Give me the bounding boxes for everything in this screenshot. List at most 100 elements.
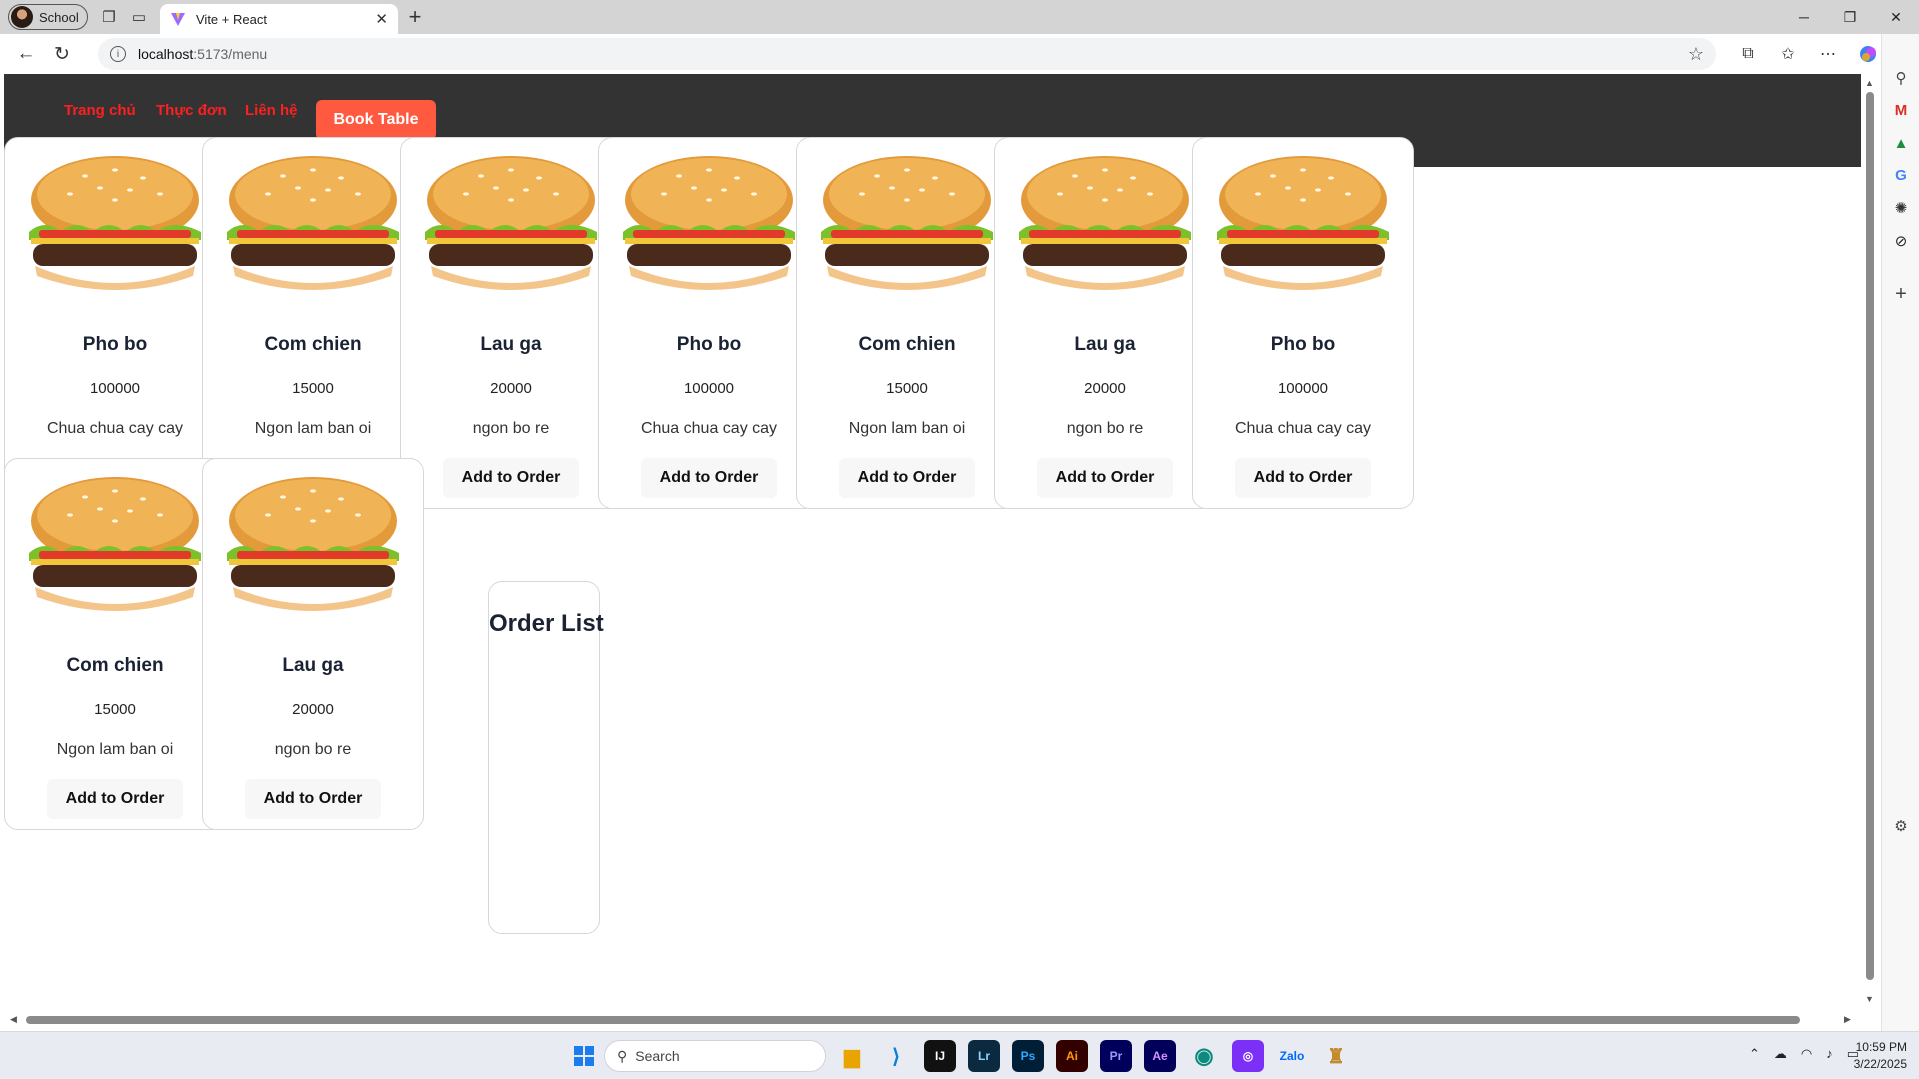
sidebar-settings-gear-icon[interactable]: ⚙ <box>1891 816 1911 836</box>
profile-button[interactable]: School <box>8 4 88 30</box>
search-icon: ⚲ <box>617 1047 628 1064</box>
close-window-icon[interactable]: ✕ <box>1873 0 1919 34</box>
menu-item-name: Lau ga <box>282 655 344 676</box>
menu-item-card: Pho bo 100000 Chua chua cay cay Add to O… <box>598 137 820 509</box>
tab-vite-react[interactable]: Vite + React ✕ <box>160 4 398 34</box>
add-to-order-button[interactable]: Add to Order <box>245 779 381 819</box>
photoshop-icon[interactable]: Ps <box>1012 1040 1044 1072</box>
search-icon[interactable]: ⚲ <box>1891 68 1911 88</box>
menu-item-description: Ngon lam ban oi <box>254 420 372 437</box>
zalo-icon[interactable]: Zalo <box>1276 1040 1308 1072</box>
menu-item-price: 20000 <box>490 380 532 397</box>
wifi-icon[interactable]: ◠ <box>1801 1046 1812 1062</box>
premiere-icon[interactable]: Pr <box>1100 1040 1132 1072</box>
menu-item-name: Pho bo <box>676 334 742 355</box>
horizontal-scrollbar[interactable]: ◀ ▶ <box>0 1011 1861 1031</box>
menu-item-description: ngon bo re <box>274 741 352 758</box>
menu-item-card: Lau ga 20000 ngon bo re Add to Order <box>994 137 1216 509</box>
nav-link-menu[interactable]: Thực đơn <box>156 102 227 119</box>
edge-sidebar: ⚲ M ▲ G ✺ ⊘ + ⚙ <box>1881 34 1919 1031</box>
add-to-order-button[interactable]: Add to Order <box>47 779 183 819</box>
favorites-icon[interactable]: ✩ <box>1770 38 1806 70</box>
burger-image <box>29 156 201 290</box>
burger-image <box>1217 156 1389 290</box>
add-to-order-button[interactable]: Add to Order <box>1235 458 1371 498</box>
menu-item-name: Com chien <box>66 655 164 676</box>
minimize-icon[interactable]: ─ <box>1781 0 1827 34</box>
site-info-icon[interactable]: i <box>110 46 126 62</box>
menu-item-price: 15000 <box>292 380 334 397</box>
google-drive-icon[interactable]: ▲ <box>1891 133 1911 153</box>
horizontal-scroll-thumb[interactable] <box>26 1016 1800 1024</box>
menu-item-card: Com chien 15000 Ngon lam ban oi Add to O… <box>4 458 226 830</box>
app-icon[interactable]: ◎ <box>1232 1040 1264 1072</box>
add-to-order-button[interactable]: Add to Order <box>1037 458 1173 498</box>
vertical-scroll-thumb[interactable] <box>1866 92 1874 980</box>
workspaces-icon[interactable]: ❐ <box>94 2 124 32</box>
burger-image <box>425 156 597 290</box>
page-viewport: Trang chủ Thực đơn Liên hệ Book Table Ph… <box>4 74 1861 1019</box>
gmail-icon[interactable]: M <box>1891 100 1911 120</box>
menu-item-description: ngon bo re <box>1066 420 1144 437</box>
scroll-down-arrow-icon[interactable]: ▼ <box>1865 994 1874 1004</box>
after-effects-icon[interactable]: Ae <box>1144 1040 1176 1072</box>
back-icon[interactable]: ← <box>8 38 44 70</box>
favorite-star-icon[interactable]: ☆ <box>1688 44 1704 65</box>
add-sidebar-app-icon[interactable]: + <box>1891 283 1911 305</box>
menu-item-price: 100000 <box>1277 380 1329 397</box>
volume-icon[interactable]: ♪ <box>1826 1046 1833 1062</box>
menu-item-name: Pho bo <box>82 334 148 355</box>
scroll-right-arrow-icon[interactable]: ▶ <box>1844 1014 1851 1025</box>
menu-item-card: Pho bo 100000 Chua chua cay cay Add to O… <box>1192 137 1414 509</box>
vite-logo-icon <box>171 13 185 26</box>
burger-image <box>227 156 399 290</box>
nav-link-home[interactable]: Trang chủ <box>64 102 136 119</box>
close-tab-icon[interactable]: ✕ <box>375 10 388 28</box>
scroll-left-arrow-icon[interactable]: ◀ <box>10 1014 17 1025</box>
book-table-button[interactable]: Book Table <box>316 100 436 140</box>
add-to-order-button[interactable]: Add to Order <box>839 458 975 498</box>
burger-image <box>29 477 201 611</box>
taskbar-search[interactable]: ⚲ Search <box>604 1040 826 1072</box>
taskbar-clock[interactable]: 10:59 PM 3/22/2025 <box>1854 1039 1907 1073</box>
menu-item-price: 15000 <box>886 380 928 397</box>
intellij-icon[interactable]: IJ <box>924 1040 956 1072</box>
refresh-icon[interactable]: ↻ <box>44 38 80 70</box>
show-hidden-icons-icon[interactable]: ⌃ <box>1749 1046 1760 1062</box>
lightroom-icon[interactable]: Lr <box>968 1040 1000 1072</box>
game-icon[interactable]: ♜ <box>1320 1040 1352 1072</box>
vertical-scrollbar[interactable]: ▲ ▼ <box>1861 74 1881 1019</box>
vscode-icon[interactable]: ⟩ <box>880 1040 912 1072</box>
extensions-icon[interactable]: ⧉ <box>1730 38 1766 70</box>
restore-icon[interactable]: ❐ <box>1827 0 1873 34</box>
tools-icon[interactable]: ⊘ <box>1891 231 1911 251</box>
menu-item-price: 15000 <box>94 701 136 718</box>
translate-icon[interactable]: G <box>1891 165 1911 185</box>
order-list-panel: Order List <box>488 581 604 934</box>
browser-tabbar: School ❐ ▭ Vite + React ✕ + ─ ❐ ✕ <box>0 0 1919 34</box>
new-tab-button[interactable]: + <box>398 2 432 32</box>
add-to-order-button[interactable]: Add to Order <box>443 458 579 498</box>
chatgpt-icon[interactable]: ✺ <box>1891 198 1911 218</box>
tab-actions-icon[interactable]: ▭ <box>124 2 154 32</box>
burger-image <box>1019 156 1191 290</box>
clock-time: 10:59 PM <box>1855 1040 1907 1054</box>
menu-item-description: Chua chua cay cay <box>46 420 184 437</box>
add-to-order-button[interactable]: Add to Order <box>641 458 777 498</box>
menu-item-description: Chua chua cay cay <box>640 420 778 437</box>
illustrator-icon[interactable]: Ai <box>1056 1040 1088 1072</box>
burger-image <box>821 156 993 290</box>
windows-taskbar: ⚲ Search ▆ ⟩ IJ Lr Ps Ai Pr Ae ◉ ◎ Zalo … <box>0 1031 1919 1079</box>
order-list-title: Order List <box>489 610 604 637</box>
more-menu-icon[interactable]: ⋯ <box>1810 38 1846 70</box>
onedrive-icon[interactable]: ☁ <box>1774 1046 1787 1062</box>
address-bar[interactable]: i localhost :5173/menu ☆ <box>98 38 1716 70</box>
menu-item-price: 100000 <box>683 380 735 397</box>
menu-item-description: Ngon lam ban oi <box>848 420 966 437</box>
edge-icon[interactable]: ◉ <box>1188 1040 1220 1072</box>
file-explorer-icon[interactable]: ▆ <box>836 1040 868 1072</box>
nav-link-contact[interactable]: Liên hệ <box>245 102 298 119</box>
scroll-up-arrow-icon[interactable]: ▲ <box>1865 78 1874 88</box>
start-windows-icon[interactable] <box>568 1040 600 1072</box>
menu-item-name: Pho bo <box>1270 334 1336 355</box>
